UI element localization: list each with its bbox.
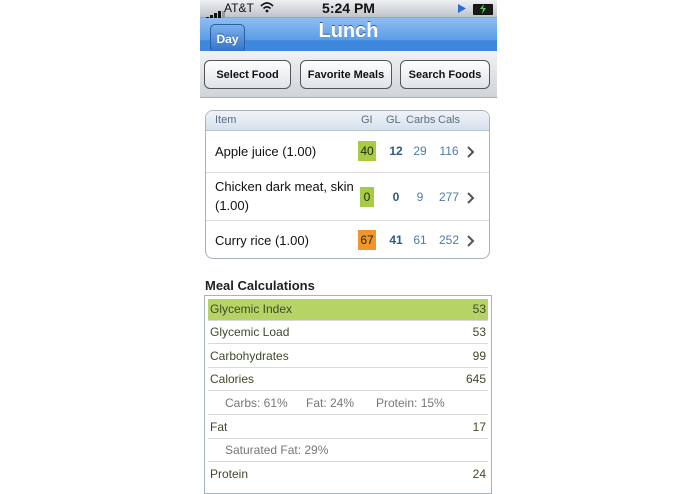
battery-icon: [473, 4, 493, 15]
carbs-value: 29: [413, 144, 427, 158]
food-items-table: Item GI GL Carbs Cals Apple juice (1.00)…: [205, 110, 490, 259]
chevron-right-icon: [467, 235, 475, 247]
fat-row: Fat 17: [208, 417, 488, 439]
row-label: Glycemic Index: [210, 302, 293, 316]
column-header-item: Item: [215, 114, 237, 126]
gi-badge: 40: [358, 141, 376, 161]
chevron-right-icon: [467, 192, 475, 204]
row-value: 99: [472, 349, 486, 363]
carbohydrates-row: Carbohydrates 99: [208, 346, 488, 368]
meal-calculations-table: Glycemic Index 53 Glycemic Load 53 Carbo…: [204, 295, 492, 494]
phone-screen: AT&T 5:24 PM Day Lunch Select Food Favor…: [200, 0, 497, 494]
search-foods-button[interactable]: Search Foods: [400, 60, 490, 89]
row-value: 53: [472, 302, 486, 316]
gi-badge: 0: [360, 187, 374, 207]
food-name-line2: (1.00): [215, 198, 249, 213]
food-row-curry-rice[interactable]: Curry rice (1.00) 67 41 61 252: [206, 221, 489, 258]
cals-value: 252: [438, 233, 460, 247]
row-value: 17: [472, 420, 486, 434]
gi-badge: 67: [358, 230, 376, 250]
food-name-line1: Chicken dark meat, skin: [215, 179, 354, 194]
row-value: 24: [472, 467, 486, 481]
row-value: 53: [472, 325, 486, 339]
carbs-percent: Carbs: 61%: [225, 396, 288, 410]
row-label: Glycemic Load: [210, 325, 290, 339]
food-name: Curry rice (1.00): [215, 233, 309, 248]
table-header: Item GI GL Carbs Cals: [206, 111, 489, 131]
action-toolbar: Select Food Favorite Meals Search Foods: [200, 51, 497, 98]
row-label: Carbohydrates: [210, 349, 289, 363]
favorite-meals-button[interactable]: Favorite Meals: [300, 60, 392, 89]
status-time: 5:24 PM: [322, 0, 375, 16]
saturated-fat-percent: Saturated Fat: 29%: [225, 443, 329, 457]
chevron-right-icon: [467, 146, 475, 158]
glycemic-load-row: Glycemic Load 53: [208, 322, 488, 344]
protein-percent: Protein: 15%: [376, 396, 445, 410]
cals-value: 116: [439, 144, 459, 158]
row-label: Fat: [210, 420, 228, 434]
row-label: Protein: [210, 467, 249, 481]
carbs-value: 9: [416, 190, 424, 204]
select-food-button[interactable]: Select Food: [204, 60, 291, 89]
food-row-chicken-dark-meat[interactable]: Chicken dark meat, skin (1.00) 0 0 9 277: [206, 173, 489, 221]
gl-value: 0: [392, 190, 400, 204]
saturated-fat-row: Saturated Fat: 29%: [208, 440, 488, 462]
play-icon: [458, 4, 466, 13]
food-name: Apple juice (1.00): [215, 144, 317, 159]
row-value: 645: [465, 372, 486, 386]
cals-value: 277: [438, 190, 460, 204]
section-heading: Meal Calculations: [205, 278, 315, 293]
column-header-gi: GI: [361, 114, 373, 126]
page-title: Lunch: [318, 20, 379, 42]
protein-row: Protein 24: [208, 464, 488, 486]
calorie-breakdown-row: Carbs: 61% Fat: 24% Protein: 15%: [208, 393, 488, 415]
fat-percent: Fat: 24%: [306, 396, 355, 410]
calories-row: Calories 645: [208, 369, 488, 391]
row-label: Calories: [210, 372, 255, 386]
column-header-carbs: Carbs: [406, 114, 436, 126]
gl-value: 12: [389, 144, 403, 158]
carbs-value: 61: [413, 233, 427, 247]
status-bar: AT&T 5:24 PM: [200, 0, 497, 20]
glycemic-index-row: Glycemic Index 53: [208, 299, 488, 321]
column-header-gl: GL: [386, 114, 401, 126]
food-row-apple-juice[interactable]: Apple juice (1.00) 40 12 29 116: [206, 131, 489, 173]
column-header-cals: Cals: [438, 114, 461, 126]
gl-value: 41: [389, 233, 403, 247]
